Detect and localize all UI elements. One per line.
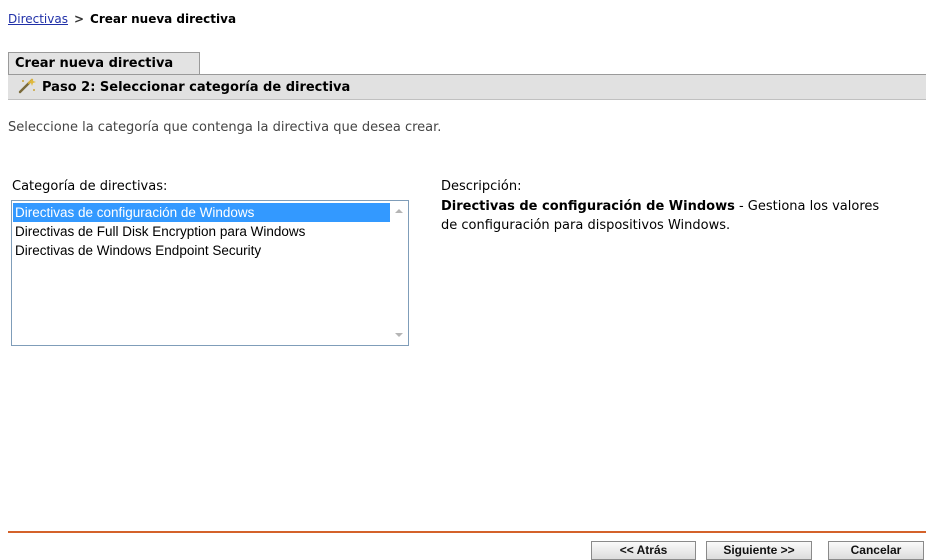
category-item-endpoint-security[interactable]: Directivas de Windows Endpoint Security (13, 241, 390, 260)
wand-icon (18, 78, 36, 94)
breadcrumb-separator: > (73, 12, 85, 26)
tab-bar: Crear nueva directiva (8, 52, 926, 75)
step-header: Paso 2: Seleccionar categoría de directi… (8, 75, 926, 100)
breadcrumb-link-directivas[interactable]: Directivas (8, 12, 68, 26)
tab-crear-nueva-directiva[interactable]: Crear nueva directiva (8, 52, 200, 74)
scroll-down-arrow-icon[interactable] (395, 333, 403, 337)
breadcrumb: Directivas > Crear nueva directiva (8, 12, 236, 26)
description-label: Descripción: (441, 179, 522, 194)
intro-text: Seleccione la categoría que contenga la … (8, 120, 442, 135)
cancel-button[interactable]: Cancelar (828, 541, 924, 560)
category-item-configuracion-windows[interactable]: Directivas de configuración de Windows (13, 203, 390, 222)
step-title: Paso 2: Seleccionar categoría de directi… (42, 80, 351, 95)
footer-divider (8, 531, 926, 533)
listbox-scrollbar[interactable] (391, 201, 408, 345)
next-button[interactable]: Siguiente >> (706, 541, 812, 560)
category-item-full-disk-encryption[interactable]: Directivas de Full Disk Encryption para … (13, 222, 390, 241)
category-listbox[interactable]: Directivas de configuración de Windows D… (11, 200, 409, 346)
description-text: Directivas de configuración de Windows -… (441, 197, 881, 235)
description-title: Directivas de configuración de Windows (441, 199, 735, 214)
back-button[interactable]: << Atrás (591, 541, 696, 560)
category-label: Categoría de directivas: (12, 179, 168, 194)
breadcrumb-current: Crear nueva directiva (90, 12, 237, 26)
scroll-up-arrow-icon[interactable] (395, 209, 403, 213)
